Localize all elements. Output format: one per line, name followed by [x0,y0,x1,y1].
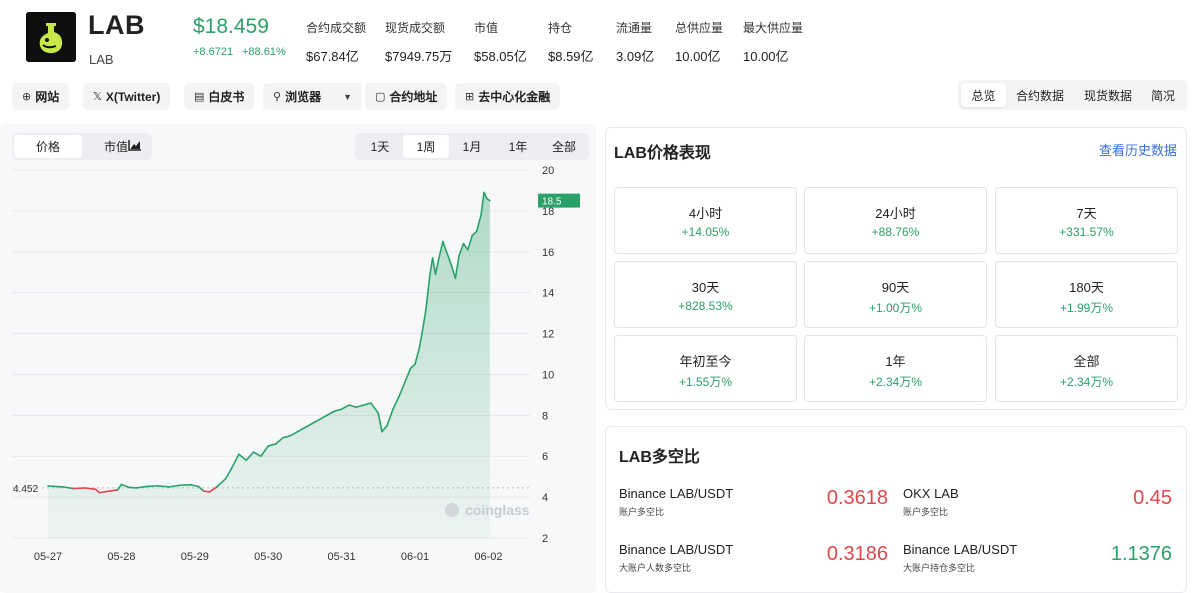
chevron-down-icon: ▼ [343,91,352,102]
perf-24h: 24小时 +88.76% [804,187,987,254]
history-data-link[interactable]: 查看历史数据 [1099,140,1177,159]
range-selector: 1天 1周 1月 1年 全部 [355,133,589,160]
ls-metric-label: 大账户人数多空比 [619,563,692,573]
perf-30d: 30天 +828.53% [614,261,797,328]
x-tick-label: 06-01 [401,551,429,563]
range-1w[interactable]: 1周 [403,135,449,158]
ls-value: 1.1376 [1110,543,1172,565]
price-line-segment [109,489,119,492]
defi-button[interactable]: ⊞ 去中心化金融 [455,83,561,110]
stat-contract-volume: 合约成交额 $67.84亿 [306,21,367,64]
range-1y[interactable]: 1年 [495,135,541,158]
perf-7d: 7天 +331.57% [995,187,1178,254]
globe-icon: ⊕ [22,91,32,103]
performance-title: LAB价格表现 [614,145,711,162]
watermark-logo [445,503,459,517]
search-icon: ⚲ [273,91,282,103]
x-tick-label: 05-29 [181,551,209,563]
y-tick-label: 12 [542,329,554,341]
y-tick-label: 14 [542,288,554,300]
y-tick-label: 18 [542,206,554,218]
ls-value: 0.3186 [826,543,888,565]
tab-overview[interactable]: 总览 [961,83,1006,107]
perf-1y: 1年 +2.34万% [804,335,987,402]
ls-value: 0.45 [1133,487,1172,509]
range-all[interactable]: 全部 [541,135,587,158]
price-line-segment [127,486,137,489]
perf-all: 全部 +2.34万% [995,335,1178,402]
explorer-dropdown[interactable]: ⚲ 浏览器 ▼ [263,83,362,110]
price-line-segment [202,490,211,493]
price-line-segment [47,485,57,488]
last-price-label: 18.5 [542,197,562,208]
price-area [48,192,490,538]
whitepaper-button[interactable]: ▤ 白皮书 [184,83,255,110]
tab-contract-data[interactable]: 合约数据 [1006,83,1074,107]
ls-metric-label: 账户多空比 [619,507,665,517]
tab-profile[interactable]: 简况 [1142,83,1184,107]
x-tick-label: 05-31 [328,551,356,563]
ls-exchange-name: Binance LAB/USDT [619,486,734,501]
chart-type-icon[interactable] [128,139,142,154]
price-change-pct: +88.61% [242,46,286,58]
watermark-text: coinglass [465,502,530,518]
price-change-abs: +8.6721 [193,46,234,58]
section-tabs: 总览 合约数据 现货数据 简况 [958,80,1187,110]
stat-max-supply: 最大供应量 10.00亿 [743,21,804,64]
perf-180d: 180天 +1.99万% [995,261,1178,328]
ls-exchange-name: Binance LAB/USDT [619,542,734,557]
ls-exchange-name: Binance LAB/USDT [903,542,1018,557]
x-tick-label: 05-27 [34,551,62,563]
y-tick-label: 8 [542,410,548,422]
perf-ytd: 年初至今 +1.55万% [614,335,797,402]
ls-metric-label: 大账户持仓多空比 [903,563,976,573]
lab-logo [26,12,76,62]
perf-90d: 90天 +1.00万% [804,261,987,328]
ls-metric-label: 账户多空比 [903,507,949,517]
tab-spot-data[interactable]: 现货数据 [1074,83,1142,107]
y-tick-label: 10 [542,369,554,381]
x-tick-label: 06-02 [474,551,502,563]
stat-circulating-supply: 流通量 3.09亿 [616,21,655,64]
coin-name: LAB [88,10,145,40]
x-tick-label: 05-30 [254,551,282,563]
x-icon: 𝕏 [93,91,102,103]
ls-value: 0.3618 [826,487,888,509]
long-short-title: LAB多空比 [619,449,700,466]
y-tick-label: 4 [542,492,548,504]
price-line-segment [72,487,86,490]
stat-total-supply: 总供应量 10.00亿 [675,21,724,64]
price-line-segment [157,485,170,488]
price-line-segment [146,485,159,488]
ls-exchange-name: OKX LAB [903,486,959,501]
current-price: $18.459 [193,15,269,38]
stat-spot-volume: 现货成交额 $7949.75万 [385,21,453,64]
x-tick-label: 05-28 [107,551,135,563]
coin-overview-page: LAB LAB $18.459 +8.6721 +88.61% 合约成交额 $67… [0,0,1200,593]
range-1d[interactable]: 1天 [357,135,403,158]
twitter-button[interactable]: 𝕏 X(Twitter) [83,83,171,110]
y-tick-label: 16 [542,247,554,259]
coin-symbol: LAB [89,52,114,67]
contract-address-button[interactable]: ▢ 合约地址 [365,83,448,110]
y-tick-label: 20 [542,165,554,177]
price-chart[interactable]: 20 18 16 14 12 10 8 6 4 2 05-27 05-28 05-29 05-30 05-3… [0,160,596,580]
mode-price[interactable]: 价格 [14,135,82,158]
website-button[interactable]: ⊕ 网站 [12,83,70,110]
stat-open-interest: 持仓 $8.59亿 [548,21,594,64]
y-tick-label: 2 [542,533,548,545]
grid-icon: ⊞ [465,91,475,103]
perf-4h: 4小时 +14.05% [614,187,797,254]
stat-market-cap: 市值 $58.05亿 [474,21,527,64]
document-icon: ▤ [194,91,205,103]
copy-icon: ▢ [375,91,386,103]
y-tick-label: 6 [542,451,548,463]
baseline-label: 4.452 [13,484,38,495]
range-1m[interactable]: 1月 [449,135,495,158]
